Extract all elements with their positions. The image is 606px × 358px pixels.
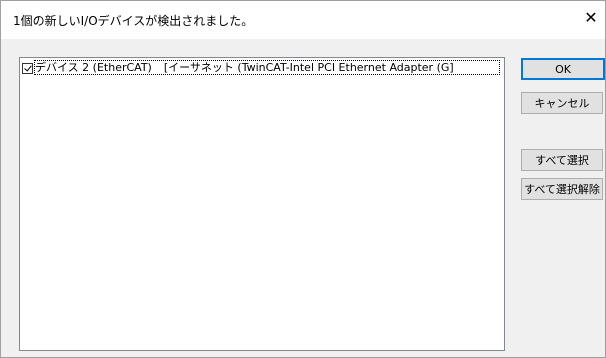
deselect-all-button[interactable]: すべて選択解除	[521, 178, 603, 200]
list-item[interactable]: デバイス 2 (EtherCAT) [イーサネット (TwinCAT-Intel…	[22, 60, 500, 75]
device-description: [イーサネット (TwinCAT-Intel PCI Ethernet Adap…	[163, 61, 454, 74]
title-bar: 1個の新しいI/Oデバイスが検出されました。 ✕	[1, 1, 605, 39]
ok-button[interactable]: OK	[521, 58, 605, 80]
device-checkbox[interactable]	[22, 62, 33, 74]
close-icon[interactable]: ✕	[577, 1, 605, 33]
device-list[interactable]: デバイス 2 (EtherCAT) [イーサネット (TwinCAT-Intel…	[19, 57, 505, 351]
select-all-button[interactable]: すべて選択	[521, 149, 603, 171]
cancel-button[interactable]: キャンセル	[521, 92, 603, 114]
dialog-title: 1個の新しいI/Oデバイスが検出されました。	[13, 14, 254, 28]
new-io-devices-dialog: 1個の新しいI/Oデバイスが検出されました。 ✕ デバイス 2 (EtherCA…	[0, 0, 606, 358]
device-name: デバイス 2 (EtherCAT)	[35, 61, 152, 74]
